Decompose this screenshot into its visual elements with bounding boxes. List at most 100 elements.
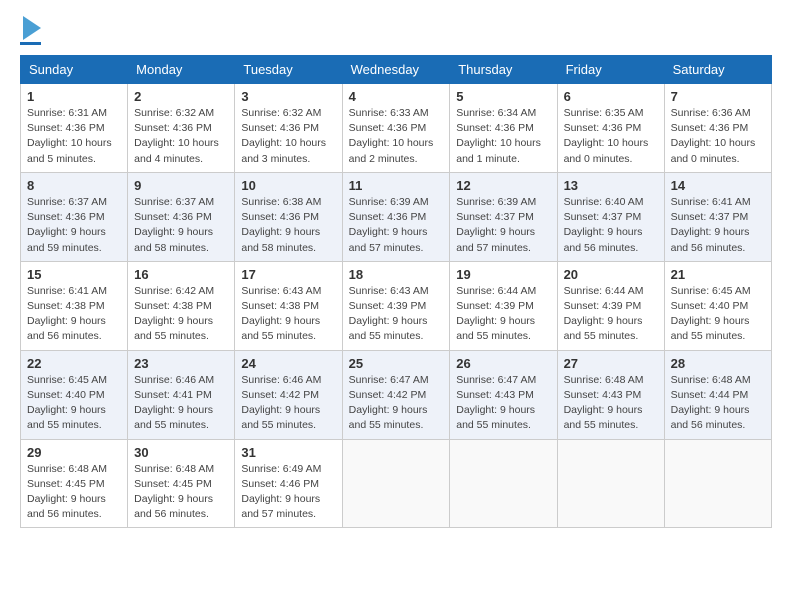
calendar-cell: 8 Sunrise: 6:37 AMSunset: 4:36 PMDaylight… <box>21 172 128 261</box>
calendar-cell: 11 Sunrise: 6:39 AMSunset: 4:36 PMDayligh… <box>342 172 450 261</box>
day-info: Sunrise: 6:38 AMSunset: 4:36 PMDaylight:… <box>241 195 335 256</box>
day-info: Sunrise: 6:41 AMSunset: 4:37 PMDaylight:… <box>671 195 765 256</box>
day-number: 17 <box>241 267 335 282</box>
calendar-cell: 1Sunrise: 6:31 AMSunset: 4:36 PMDaylight… <box>21 84 128 173</box>
day-info: Sunrise: 6:37 AMSunset: 4:36 PMDaylight:… <box>134 195 228 256</box>
calendar-cell: 21Sunrise: 6:45 AMSunset: 4:40 PMDayligh… <box>664 261 771 350</box>
col-header-wednesday: Wednesday <box>342 56 450 84</box>
page-header <box>20 20 772 45</box>
calendar-cell: 31 Sunrise: 6:49 AMSunset: 4:46 PMDayligh… <box>235 439 342 528</box>
calendar-cell: 22 Sunrise: 6:45 AMSunset: 4:40 PMDayligh… <box>21 350 128 439</box>
calendar-cell: 24Sunrise: 6:46 AMSunset: 4:42 PMDayligh… <box>235 350 342 439</box>
day-info: Sunrise: 6:48 AMSunset: 4:44 PMDaylight:… <box>671 373 765 434</box>
calendar-cell: 4Sunrise: 6:33 AMSunset: 4:36 PMDaylight… <box>342 84 450 173</box>
day-number: 22 <box>27 356 121 371</box>
calendar-cell: 14 Sunrise: 6:41 AMSunset: 4:37 PMDayligh… <box>664 172 771 261</box>
day-number: 21 <box>671 267 765 282</box>
day-number: 25 <box>349 356 444 371</box>
day-info: Sunrise: 6:49 AMSunset: 4:46 PMDaylight:… <box>241 462 335 523</box>
calendar-cell: 19 Sunrise: 6:44 AMSunset: 4:39 PMDayligh… <box>450 261 557 350</box>
day-number: 8 <box>27 178 121 193</box>
calendar-cell: 27Sunrise: 6:48 AMSunset: 4:43 PMDayligh… <box>557 350 664 439</box>
calendar-cell <box>664 439 771 528</box>
calendar-cell: 12 Sunrise: 6:39 AMSunset: 4:37 PMDayligh… <box>450 172 557 261</box>
day-number: 2 <box>134 89 228 104</box>
day-number: 13 <box>564 178 658 193</box>
day-info: Sunrise: 6:47 AMSunset: 4:42 PMDaylight:… <box>349 373 444 434</box>
day-number: 4 <box>349 89 444 104</box>
calendar-cell: 3 Sunrise: 6:32 AMSunset: 4:36 PMDaylight… <box>235 84 342 173</box>
day-number: 1 <box>27 89 121 104</box>
day-info: Sunrise: 6:47 AMSunset: 4:43 PMDaylight:… <box>456 373 550 434</box>
calendar-cell: 16 Sunrise: 6:42 AMSunset: 4:38 PMDayligh… <box>128 261 235 350</box>
day-info: Sunrise: 6:48 AMSunset: 4:43 PMDaylight:… <box>564 373 658 434</box>
calendar-week-row: 8 Sunrise: 6:37 AMSunset: 4:36 PMDaylight… <box>21 172 772 261</box>
day-number: 16 <box>134 267 228 282</box>
calendar-cell: 29 Sunrise: 6:48 AMSunset: 4:45 PMDayligh… <box>21 439 128 528</box>
calendar-week-row: 1Sunrise: 6:31 AMSunset: 4:36 PMDaylight… <box>21 84 772 173</box>
logo-arrow-icon <box>23 16 41 40</box>
day-info: Sunrise: 6:43 AMSunset: 4:38 PMDaylight:… <box>241 284 335 345</box>
day-info: Sunrise: 6:42 AMSunset: 4:38 PMDaylight:… <box>134 284 228 345</box>
day-number: 18 <box>349 267 444 282</box>
day-info: Sunrise: 6:44 AMSunset: 4:39 PMDaylight:… <box>456 284 550 345</box>
calendar-cell: 15Sunrise: 6:41 AMSunset: 4:38 PMDayligh… <box>21 261 128 350</box>
col-header-sunday: Sunday <box>21 56 128 84</box>
day-number: 15 <box>27 267 121 282</box>
col-header-saturday: Saturday <box>664 56 771 84</box>
day-number: 12 <box>456 178 550 193</box>
day-number: 10 <box>241 178 335 193</box>
calendar-cell: 30 Sunrise: 6:48 AMSunset: 4:45 PMDayligh… <box>128 439 235 528</box>
day-info: Sunrise: 6:39 AMSunset: 4:36 PMDaylight:… <box>349 195 444 256</box>
day-info: Sunrise: 6:46 AMSunset: 4:41 PMDaylight:… <box>134 373 228 434</box>
day-info: Sunrise: 6:32 AMSunset: 4:36 PMDaylight:… <box>134 106 228 167</box>
col-header-tuesday: Tuesday <box>235 56 342 84</box>
day-number: 3 <box>241 89 335 104</box>
day-number: 29 <box>27 445 121 460</box>
calendar-cell: 5 Sunrise: 6:34 AMSunset: 4:36 PMDaylight… <box>450 84 557 173</box>
calendar-cell: 20 Sunrise: 6:44 AMSunset: 4:39 PMDayligh… <box>557 261 664 350</box>
day-number: 20 <box>564 267 658 282</box>
day-info: Sunrise: 6:37 AMSunset: 4:36 PMDaylight:… <box>27 195 121 256</box>
day-info: Sunrise: 6:45 AMSunset: 4:40 PMDaylight:… <box>27 373 121 434</box>
calendar-table: SundayMondayTuesdayWednesdayThursdayFrid… <box>20 55 772 528</box>
calendar-cell: 18Sunrise: 6:43 AMSunset: 4:39 PMDayligh… <box>342 261 450 350</box>
day-info: Sunrise: 6:44 AMSunset: 4:39 PMDaylight:… <box>564 284 658 345</box>
day-number: 14 <box>671 178 765 193</box>
calendar-cell <box>450 439 557 528</box>
logo-text <box>20 20 41 40</box>
col-header-monday: Monday <box>128 56 235 84</box>
day-number: 11 <box>349 178 444 193</box>
day-info: Sunrise: 6:34 AMSunset: 4:36 PMDaylight:… <box>456 106 550 167</box>
day-info: Sunrise: 6:48 AMSunset: 4:45 PMDaylight:… <box>27 462 121 523</box>
calendar-cell: 6Sunrise: 6:35 AMSunset: 4:36 PMDaylight… <box>557 84 664 173</box>
day-info: Sunrise: 6:46 AMSunset: 4:42 PMDaylight:… <box>241 373 335 434</box>
day-info: Sunrise: 6:32 AMSunset: 4:36 PMDaylight:… <box>241 106 335 167</box>
day-number: 6 <box>564 89 658 104</box>
day-number: 30 <box>134 445 228 460</box>
day-info: Sunrise: 6:36 AMSunset: 4:36 PMDaylight:… <box>671 106 765 167</box>
day-info: Sunrise: 6:48 AMSunset: 4:45 PMDaylight:… <box>134 462 228 523</box>
calendar-cell: 13Sunrise: 6:40 AMSunset: 4:37 PMDayligh… <box>557 172 664 261</box>
day-info: Sunrise: 6:39 AMSunset: 4:37 PMDaylight:… <box>456 195 550 256</box>
calendar-cell: 25 Sunrise: 6:47 AMSunset: 4:42 PMDayligh… <box>342 350 450 439</box>
day-number: 31 <box>241 445 335 460</box>
calendar-cell: 10 Sunrise: 6:38 AMSunset: 4:36 PMDayligh… <box>235 172 342 261</box>
day-number: 7 <box>671 89 765 104</box>
logo <box>20 20 41 45</box>
col-header-friday: Friday <box>557 56 664 84</box>
calendar-cell: 2 Sunrise: 6:32 AMSunset: 4:36 PMDaylight… <box>128 84 235 173</box>
calendar-cell: 17 Sunrise: 6:43 AMSunset: 4:38 PMDayligh… <box>235 261 342 350</box>
calendar-week-row: 15Sunrise: 6:41 AMSunset: 4:38 PMDayligh… <box>21 261 772 350</box>
calendar-cell: 7 Sunrise: 6:36 AMSunset: 4:36 PMDaylight… <box>664 84 771 173</box>
calendar-cell <box>342 439 450 528</box>
day-number: 9 <box>134 178 228 193</box>
calendar-week-row: 29 Sunrise: 6:48 AMSunset: 4:45 PMDayligh… <box>21 439 772 528</box>
day-number: 26 <box>456 356 550 371</box>
calendar-cell <box>557 439 664 528</box>
day-number: 5 <box>456 89 550 104</box>
day-number: 19 <box>456 267 550 282</box>
logo-underline <box>20 42 41 45</box>
col-header-thursday: Thursday <box>450 56 557 84</box>
calendar-cell: 28Sunrise: 6:48 AMSunset: 4:44 PMDayligh… <box>664 350 771 439</box>
